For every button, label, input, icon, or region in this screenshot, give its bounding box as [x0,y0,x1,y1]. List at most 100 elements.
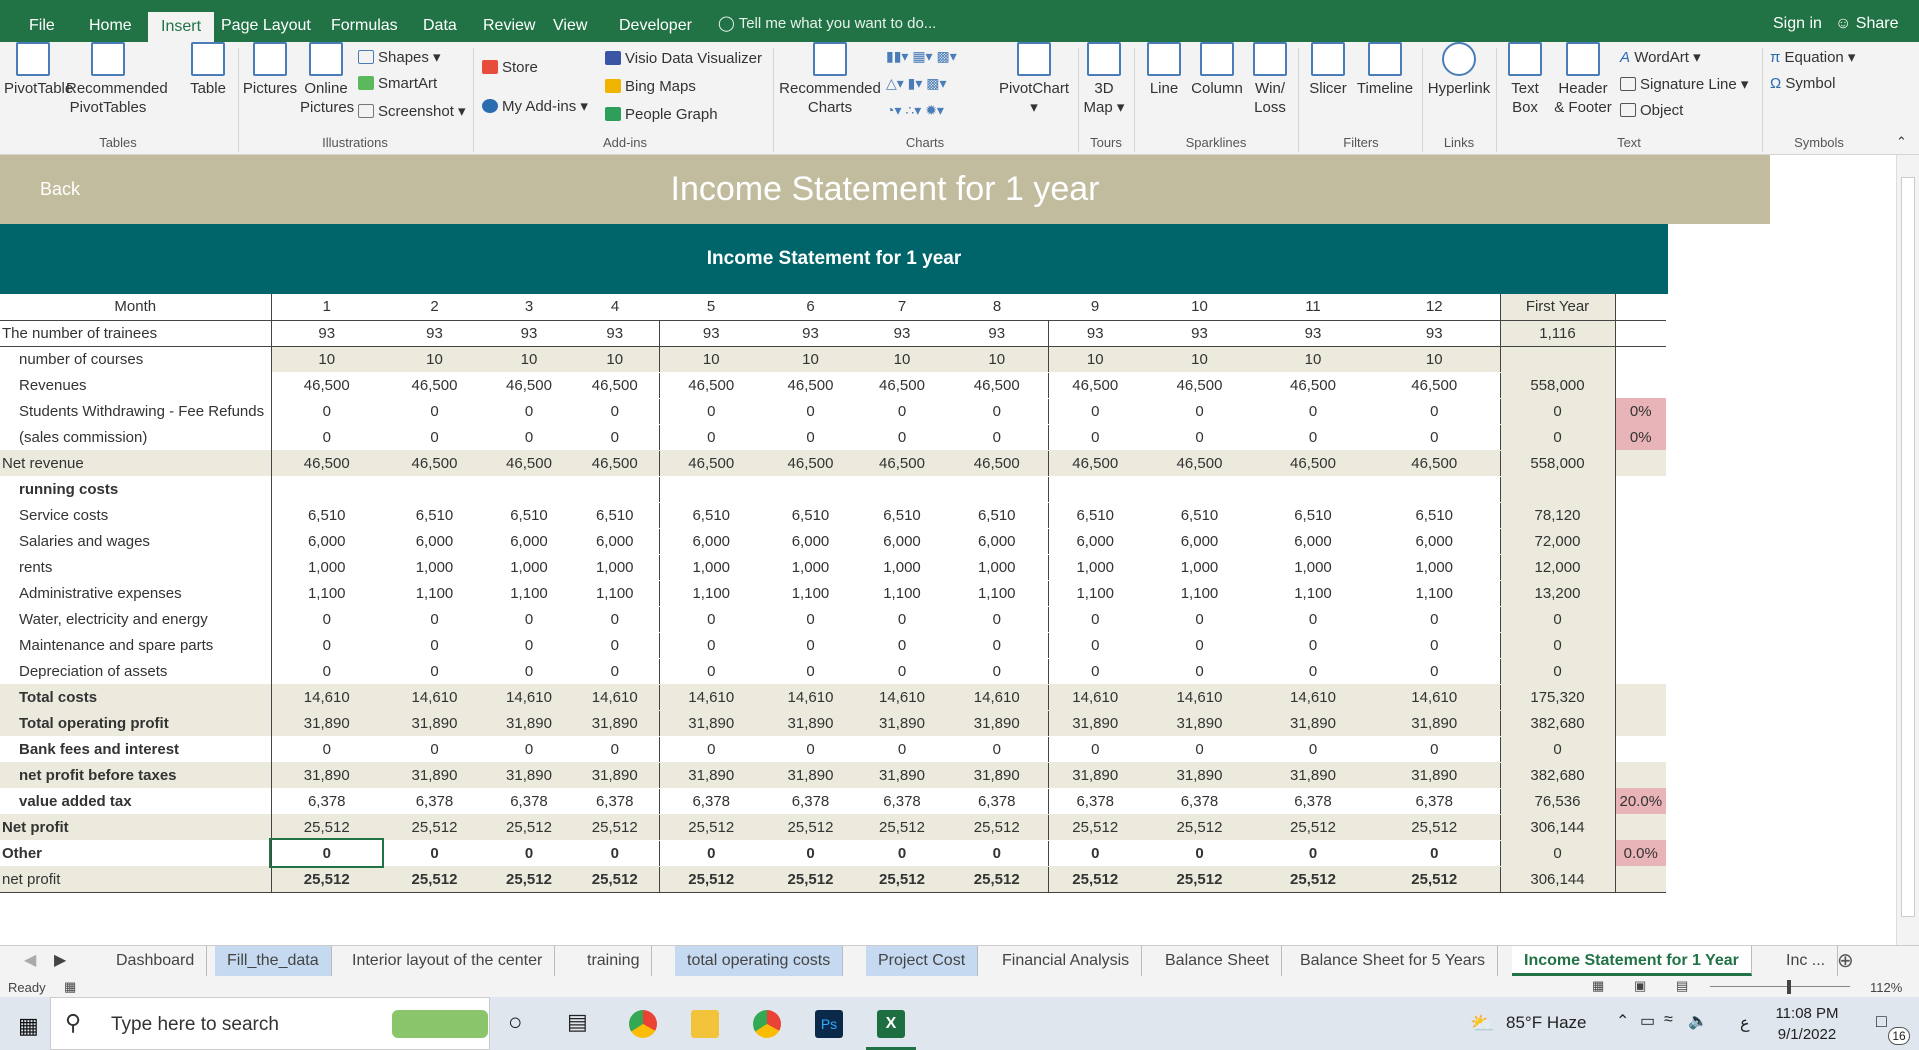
hyperlink-button[interactable]: Hyperlink [1426,42,1492,98]
row-label[interactable]: (sales commission) [0,424,272,450]
sparkline-line-button[interactable]: Line [1142,42,1186,98]
month-value-cell[interactable]: 0 [271,606,382,632]
month-value-cell[interactable]: 31,890 [763,761,858,788]
month-value-cell[interactable]: 6,510 [1142,502,1257,528]
month-value-cell[interactable]: 31,890 [658,761,763,788]
month-value-cell[interactable]: 0 [487,606,571,632]
month-value-cell[interactable]: 1,000 [858,554,946,580]
month-value-cell[interactable]: 25,512 [487,813,571,840]
month-value-cell[interactable]: 0 [658,424,763,450]
month-value-cell[interactable]: 0 [487,398,571,424]
row-label[interactable]: Bank fees and interest [0,735,272,762]
month-value-cell[interactable] [658,476,763,502]
month-value-cell[interactable]: 0 [1142,839,1257,866]
ratio-cell[interactable]: 0.0% [1615,839,1667,866]
month-header-cell[interactable]: 10 [1142,294,1257,321]
month-value-cell[interactable]: 0 [858,632,946,658]
month-value-cell[interactable]: 0 [271,424,382,450]
month-value-cell[interactable]: 6,510 [763,502,858,528]
month-value-cell[interactable]: 0 [271,658,382,684]
new-sheet-icon[interactable]: ⊕ [1837,948,1854,973]
row-label[interactable]: rents [0,554,272,580]
month-value-cell[interactable]: 6,000 [946,528,1048,554]
month-value-cell[interactable]: 31,890 [858,709,946,736]
month-value-cell[interactable]: 10 [571,345,659,372]
first-year-cell[interactable]: 0 [1499,839,1616,866]
month-value-cell[interactable]: 0 [1047,632,1142,658]
month-value-cell[interactable]: 1,000 [382,554,487,580]
first-year-cell[interactable]: 306,144 [1499,813,1616,840]
month-value-cell[interactable]: 0 [946,606,1048,632]
chrome-icon[interactable] [629,1010,657,1038]
tray-chevron-icon[interactable]: ⌃ [1616,1011,1629,1031]
month-value-cell[interactable]: 10 [271,345,382,372]
month-value-cell[interactable]: 0 [1257,606,1369,632]
month-value-cell[interactable]: 1,100 [1142,580,1257,606]
month-value-cell[interactable]: 10 [946,345,1048,372]
month-value-cell[interactable]: 0 [763,839,858,866]
month-value-cell[interactable]: 46,500 [1257,372,1369,398]
month-value-cell[interactable]: 10 [487,345,571,372]
clock[interactable]: 11:08 PM 9/1/2022 [1757,1003,1857,1045]
month-value-cell[interactable]: 14,610 [763,683,858,710]
month-value-cell[interactable]: 0 [571,839,659,866]
row-label[interactable]: Maintenance and spare parts [0,632,272,658]
pivottable-button[interactable]: PivotTable [4,42,73,98]
recommended-pivottables-button[interactable]: Recommended PivotTables [66,42,168,117]
month-value-cell[interactable]: 0 [1369,658,1500,684]
excel-icon[interactable]: X [877,1010,905,1038]
month-value-cell[interactable]: 6,378 [1369,787,1500,814]
first-year-cell[interactable] [1499,345,1616,372]
month-value-cell[interactable]: 31,890 [763,709,858,736]
month-value-cell[interactable]: 46,500 [271,449,382,476]
header-footer-button[interactable]: Header & Footer [1550,42,1616,117]
month-value-cell[interactable]: 46,500 [487,372,571,398]
month-value-cell[interactable]: 1,100 [763,580,858,606]
month-header-cell[interactable]: 1 [270,294,382,321]
month-value-cell[interactable]: 25,512 [658,865,763,893]
month-header-cell[interactable]: 12 [1369,294,1500,321]
month-value-cell[interactable]: 0 [571,424,659,450]
ratio-cell[interactable] [1615,372,1666,398]
pictures-button[interactable]: Pictures [242,42,298,98]
first-year-cell[interactable]: 0 [1499,398,1616,424]
ribbon-tab-data[interactable]: Data [410,0,470,42]
row-label[interactable]: Salaries and wages [0,528,272,554]
month-value-cell[interactable]: 10 [858,345,946,372]
month-value-cell[interactable]: 0 [658,735,763,762]
month-value-cell[interactable]: 14,610 [858,683,946,710]
month-value-cell[interactable]: 10 [382,345,487,372]
month-value-cell[interactable]: 0 [858,398,946,424]
month-value-cell[interactable]: 0 [763,424,858,450]
month-value-cell[interactable]: 6,000 [858,528,946,554]
notification-icon[interactable]: □ [1876,1011,1887,1032]
month-value-cell[interactable]: 93 [658,320,763,347]
my-addins-button[interactable]: My Add-ins ▾ [482,97,588,115]
month-value-cell[interactable]: 6,378 [946,787,1048,814]
zoom-slider-thumb[interactable] [1787,980,1791,994]
online-pictures-button[interactable]: Online Pictures [300,42,354,117]
store-button[interactable]: Store [482,59,538,76]
month-value-cell[interactable]: 6,510 [571,502,659,528]
month-value-cell[interactable]: 1,000 [1369,554,1500,580]
month-value-cell[interactable]: 46,500 [382,449,487,476]
month-value-cell[interactable]: 25,512 [1369,865,1500,893]
month-value-cell[interactable]: 46,500 [1047,372,1142,398]
month-value-cell[interactable]: 31,890 [271,709,382,736]
row-label[interactable]: value added tax [0,787,272,814]
month-value-cell[interactable]: 6,378 [1257,787,1369,814]
month-value-cell[interactable]: 0 [1369,398,1500,424]
month-value-cell[interactable]: 6,000 [658,528,763,554]
language-indicator[interactable]: ع [1740,1013,1750,1033]
first-year-cell[interactable]: 0 [1499,632,1616,658]
object-button[interactable]: Object [1620,102,1683,119]
cortana-icon[interactable]: ○ [508,1009,523,1037]
month-value-cell[interactable]: 1,100 [571,580,659,606]
first-year-cell[interactable]: 558,000 [1499,449,1616,476]
month-value-cell[interactable]: 93 [382,320,487,347]
month-value-cell[interactable]: 0 [1257,632,1369,658]
month-value-cell[interactable]: 10 [1369,345,1500,372]
ratio-cell[interactable]: 0% [1615,424,1667,450]
month-value-cell[interactable]: 0 [382,632,487,658]
ratio-cell[interactable] [1615,658,1666,684]
